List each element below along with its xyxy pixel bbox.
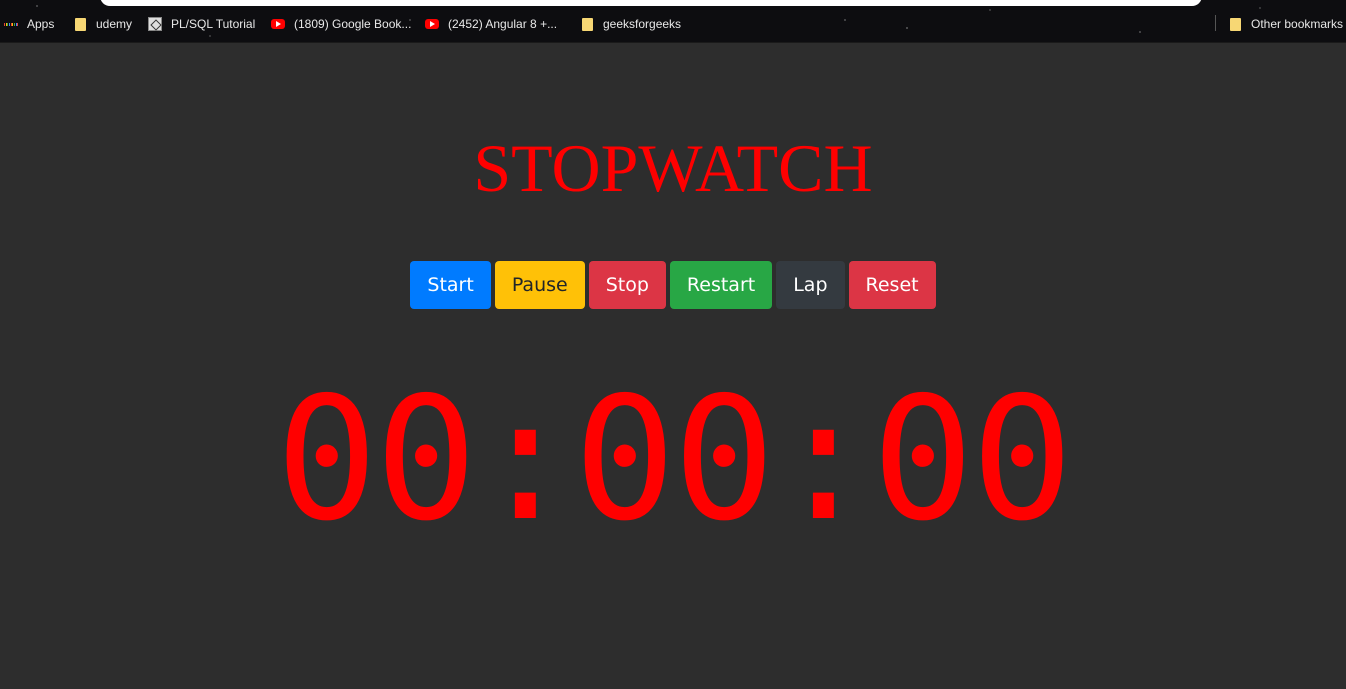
youtube-icon xyxy=(425,19,439,29)
stop-button[interactable]: Stop xyxy=(588,261,666,309)
bookmark-label: udemy xyxy=(96,17,133,31)
bookmark-other-label: Other bookmarks xyxy=(1251,17,1344,31)
restart-button[interactable]: Restart xyxy=(669,261,773,309)
bookmark-label: (2452) Angular 8 +... xyxy=(448,17,558,31)
bookmark-geeksforgeeks[interactable]: geeksforgeeks xyxy=(580,15,681,33)
youtube-icon xyxy=(271,19,285,29)
bookmark-label: geeksforgeeks xyxy=(603,17,682,31)
page-title: STOPWATCH xyxy=(473,130,873,206)
bookmark-apps[interactable]: Apps xyxy=(3,15,55,33)
start-button[interactable]: Start xyxy=(410,261,491,309)
time-display: 00:00:00 xyxy=(275,361,1074,559)
bookmark-apps-label: Apps xyxy=(27,17,55,31)
bookmark-angular[interactable]: (2452) Angular 8 +... xyxy=(425,15,557,33)
pause-button[interactable]: Pause xyxy=(494,261,585,309)
bookmark-plsql-tutorial[interactable]: PL/SQL Tutorial xyxy=(148,15,255,33)
bookmark-other-bookmarks[interactable]: Other bookmarks xyxy=(1228,15,1343,33)
site-icon xyxy=(148,17,162,31)
bookmark-label: PL/SQL Tutorial xyxy=(171,17,256,31)
apps-grid-icon xyxy=(3,17,19,31)
address-bar[interactable] xyxy=(100,0,1202,6)
folder-icon xyxy=(581,17,593,31)
folder-icon xyxy=(1229,17,1241,31)
bookmark-google-books[interactable]: (1809) Google Book... xyxy=(271,15,411,33)
bookmark-udemy[interactable]: udemy xyxy=(73,15,132,33)
reset-button[interactable]: Reset xyxy=(848,261,936,309)
folder-icon xyxy=(74,17,86,31)
control-buttons: Start Pause Stop Restart Lap Reset xyxy=(0,261,1346,309)
bookmark-label: (1809) Google Book... xyxy=(294,17,412,31)
bookmarks-divider xyxy=(1215,15,1216,31)
bookmarks-bar: Apps udemy PL/SQL Tutorial (1809) Google… xyxy=(0,0,1346,43)
lap-button[interactable]: Lap xyxy=(776,261,845,309)
